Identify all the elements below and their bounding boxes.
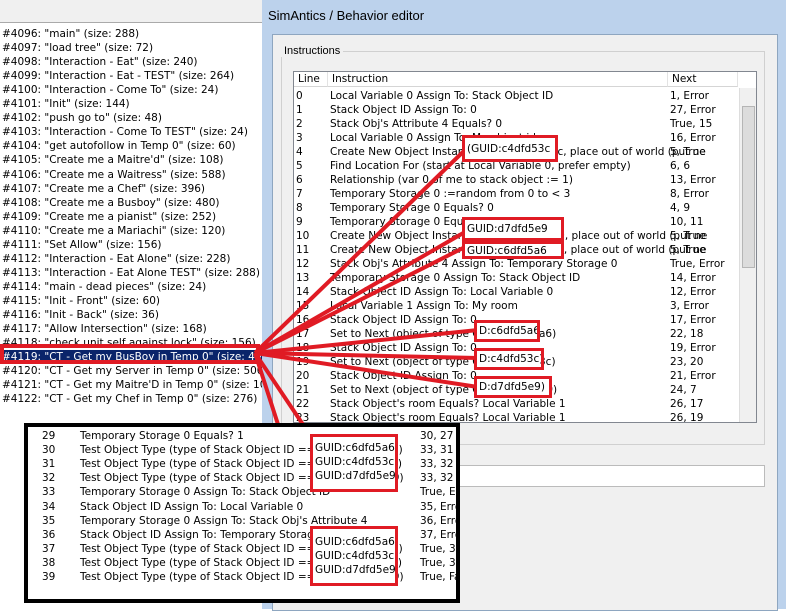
instruction-cell: Temporary Storage 0 Equals? 1 [80,430,244,442]
highlight-zoom-box: GUID:c6dfd5a6) GUID:c4dfd53c) GUID:d7dfd5e… [310,434,398,492]
selected-item-outline [0,344,260,364]
line-cell: 33 [42,486,56,499]
next-cell: 30, 27 [420,430,454,442]
line-cell: 37 [42,542,56,555]
next-cell: True, 38 [420,542,460,555]
instruction-cell: Temporary Storage 0 Assign To: Stack Obj… [80,486,331,499]
highlight-zoom-box: GUID:c6dfd5a6) GUID:c4dfd53c) GUID:d7dfd5e… [310,526,398,586]
line-cell: 30 [42,444,56,457]
line-cell: 38 [42,556,56,569]
highlight-guid-box: D:d7dfd5e9) [474,376,552,398]
highlight-guid-box: (GUID:c4dfd53c [462,135,558,162]
connector-line [254,245,466,355]
line-cell: 29 [42,430,56,442]
highlight-guid-box: GUID:d7dfd5e9 [462,217,564,241]
highlight-guid-box: D:c6dfd5a6) [474,320,540,342]
line-cell: 32 [42,472,56,485]
next-cell: True, 39 [420,556,460,569]
next-cell: 35, Erro [420,500,460,513]
instruction-cell: Stack Object ID Assign To: Local Variabl… [80,500,304,513]
highlight-guid-box: GUID:c6dfd5a6 [462,241,564,259]
next-cell: True, Erro [420,486,460,499]
line-cell: 34 [42,500,56,513]
next-cell: 33, 32 [420,458,454,471]
line-cell: 35 [42,514,56,527]
instruction-cell: Stack Object ID Assign To: Temporary Sto… [80,528,331,541]
next-cell: True, Fa [420,571,460,583]
next-cell: 33, 31 [420,444,454,457]
line-cell: 39 [42,571,56,583]
line-cell: 36 [42,528,56,541]
line-cell: 31 [42,458,56,471]
next-cell: 37, Erro [420,528,460,541]
next-cell: 33, 32 [420,472,454,485]
highlight-guid-box: D:c4dfd53c) [474,348,544,370]
next-cell: 36, Erro [420,514,460,527]
